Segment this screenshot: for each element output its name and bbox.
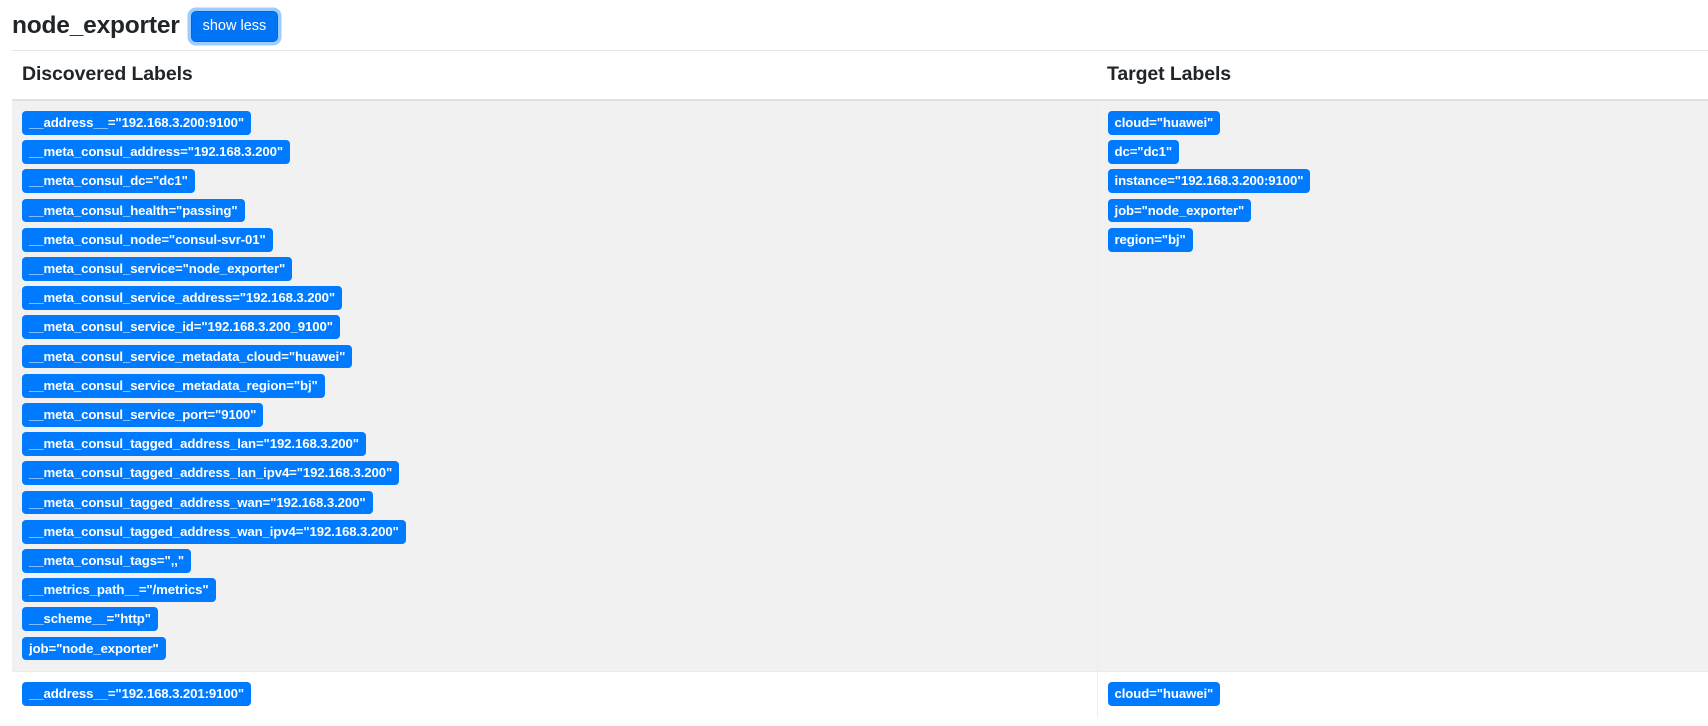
table-row: __address__="192.168.3.200:9100" __meta_c… <box>12 99 1708 672</box>
column-header-discovered-labels: Discovered Labels <box>12 50 1097 101</box>
table-head: Discovered Labels Target Labels <box>12 50 1708 101</box>
target-label-badge: dc="dc1" <box>1107 140 1180 164</box>
column-header-target-labels: Target Labels <box>1097 50 1708 101</box>
discovered-label-badge: __meta_consul_dc="dc1" <box>22 169 195 194</box>
table-row: __address__="192.168.3.201:9100" cloud="h… <box>12 671 1708 718</box>
discovered-label-badge: __meta_consul_tagged_address_lan_ipv4="1… <box>22 461 400 486</box>
target-labels-cell: cloud="huawei" <box>1097 671 1708 718</box>
discovered-label-badge: __meta_consul_service_metadata_cloud="hu… <box>22 344 353 369</box>
discovered-label-badge: __meta_consul_address="192.168.3.200" <box>22 140 291 164</box>
discovered-label-badge: __meta_consul_tags=",," <box>22 549 191 573</box>
page-title: node_exporter <box>12 12 180 40</box>
discovered-label-badge: __meta_consul_service_metadata_region="b… <box>22 373 325 398</box>
target-label-badge: region="bj" <box>1107 227 1193 252</box>
badge-list: __address__="192.168.3.201:9100" <box>22 682 1087 707</box>
service-discovery-page: node_exporter show less Discovered Label… <box>0 0 1708 726</box>
discovered-label-badge: __meta_consul_service_port="9100" <box>22 403 264 427</box>
target-label-badge: job="node_exporter" <box>1107 198 1252 223</box>
badge-list: cloud="huawei" dc="dc1" instance="192.168.… <box>1107 111 1699 252</box>
table-header-row: Discovered Labels Target Labels <box>12 50 1708 101</box>
discovered-label-badge: __meta_consul_service="node_exporter" <box>22 257 293 281</box>
discovered-label-badge: __address__="192.168.3.201:9100" <box>22 682 251 707</box>
target-label-badge: cloud="huawei" <box>1107 682 1221 707</box>
discovered-labels-cell: __address__="192.168.3.201:9100" <box>12 671 1098 718</box>
discovered-labels-cell: __address__="192.168.3.200:9100" __meta_c… <box>12 99 1098 672</box>
discovered-label-badge: __metrics_path__="/metrics" <box>22 578 216 602</box>
discovered-label-badge: __scheme__="http" <box>22 607 158 632</box>
target-label-badge: cloud="huawei" <box>1107 111 1221 135</box>
badge-list: cloud="huawei" <box>1107 682 1699 707</box>
discovered-label-badge: __meta_consul_tagged_address_wan_ipv4="1… <box>22 519 406 544</box>
table-body: __address__="192.168.3.200:9100" __meta_c… <box>12 99 1708 718</box>
job-header: node_exporter show less <box>0 0 1708 43</box>
target-label-badge: instance="192.168.3.200:9100" <box>1107 169 1311 194</box>
target-labels-cell: cloud="huawei" dc="dc1" instance="192.168.… <box>1097 99 1708 672</box>
labels-table: Discovered Labels Target Labels __addres… <box>12 50 1708 718</box>
discovered-label-badge: job="node_exporter" <box>22 636 166 661</box>
discovered-label-badge: __address__="192.168.3.200:9100" <box>22 111 251 135</box>
show-less-button[interactable]: show less <box>190 10 279 43</box>
discovered-label-badge: __meta_consul_service_id="192.168.3.200_… <box>22 315 340 340</box>
discovered-label-badge: __meta_consul_tagged_address_wan="192.16… <box>22 490 373 515</box>
discovered-label-badge: __meta_consul_node="consul-svr-01" <box>22 227 273 252</box>
discovered-label-badge: __meta_consul_health="passing" <box>22 198 245 223</box>
badge-list: __address__="192.168.3.200:9100" __meta_c… <box>22 111 1087 661</box>
discovered-label-badge: __meta_consul_tagged_address_lan="192.16… <box>22 432 366 456</box>
discovered-label-badge: __meta_consul_service_address="192.168.3… <box>22 286 343 310</box>
